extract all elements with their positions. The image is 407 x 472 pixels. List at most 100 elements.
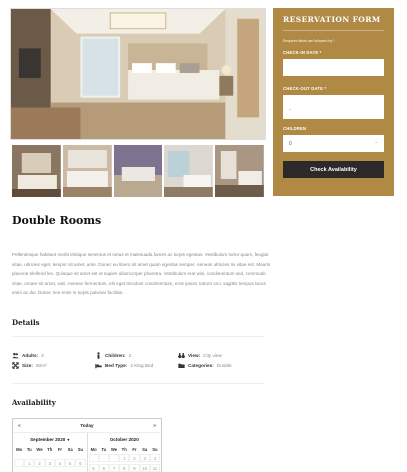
thumbnail-4[interactable] (164, 145, 214, 197)
calendar-day[interactable]: 1 (119, 454, 130, 462)
calendar-day[interactable]: 2 (34, 459, 45, 467)
october-grid: Mo Tu We Th Fr Sa Su 1 2 3 4 5 6 7 8 9 10 11 (88, 446, 162, 472)
weekday-label: Tu (101, 447, 107, 452)
month-label-october: October 2020 (88, 433, 162, 446)
children-label: CHILDREN (283, 126, 307, 131)
children-detail-label: Children: (105, 353, 126, 358)
checkin-label: CHECK-IN DATE * (283, 50, 322, 55)
calendar-day[interactable]: 8 (119, 464, 130, 472)
calendar-day (14, 459, 25, 467)
detail-size: Size: 60m² (12, 362, 47, 369)
details-heading: Details (12, 318, 40, 327)
children-select[interactable]: 0 ⌃ (283, 135, 384, 152)
weekday-label: We (36, 447, 43, 452)
weekday-label: Th (121, 447, 127, 452)
month-label: October 2020 (109, 437, 139, 442)
checkout-date-field[interactable]: - (283, 95, 384, 119)
thumbnail-5[interactable] (215, 145, 264, 197)
calendar-day (88, 454, 99, 462)
bedroom-thumb-image (113, 145, 163, 197)
calendar-day[interactable]: 10 (139, 464, 150, 472)
calendar-day[interactable]: 1 (24, 459, 35, 467)
calendar-day[interactable]: 9 (129, 464, 140, 472)
next-month-button[interactable]: » (153, 423, 156, 429)
bed-value: 2 King Bed (130, 363, 154, 368)
calendar-day[interactable]: 6 (98, 464, 109, 472)
thumbnail-3[interactable] (113, 145, 163, 197)
children-value: 0 (289, 140, 292, 147)
main-room-photo[interactable] (10, 8, 266, 140)
weekday-label: Fr (57, 447, 63, 452)
thumbnail-1[interactable] (12, 145, 61, 197)
month-select-september[interactable]: September 2020 ▾ (13, 433, 88, 446)
weekday-label: Tu (26, 447, 32, 452)
bed-icon (95, 362, 102, 369)
required-note: Required fields are followed by * (283, 39, 335, 43)
calendar-day[interactable]: 4 (54, 459, 66, 467)
view-value: City view (203, 353, 222, 358)
bedroom-thumb-image (62, 145, 112, 197)
chevron-down-icon: ▾ (67, 437, 70, 442)
calendar-day[interactable]: 3 (44, 459, 55, 467)
availability-calendar: « Today » September 2020 ▾ October 2020 … (12, 418, 162, 472)
child-icon (95, 352, 102, 359)
detail-categories: Categories: Double (178, 362, 232, 369)
calendar-day (98, 454, 109, 462)
binoculars-icon (178, 352, 185, 359)
weekday-label: Su (77, 447, 84, 452)
month-label: September 2020 (30, 437, 66, 442)
bedroom-thumb-image (12, 145, 61, 197)
categories-value: Double (216, 363, 232, 368)
users-icon (12, 352, 19, 359)
adults-value: 4 (41, 353, 44, 358)
view-label: View: (188, 353, 201, 358)
expand-icon (12, 362, 19, 369)
room-description: Pellentesque habitant morbi tristique se… (12, 252, 271, 296)
checkout-label: CHECK-OUT DATE * (283, 86, 327, 91)
check-availability-button[interactable]: Check Availability (283, 161, 384, 178)
weekday-label: Sa (142, 447, 148, 452)
categories-label: Categories: (188, 363, 214, 368)
detail-children: Children: 2 (95, 352, 131, 359)
weekday-label: Su (152, 447, 158, 452)
calendar-day[interactable]: 7 (108, 464, 120, 472)
prev-month-button[interactable]: « (18, 423, 21, 429)
calendar-day[interactable]: 5 (65, 459, 76, 467)
checkout-value: - (289, 107, 291, 113)
calendar-day[interactable]: 5 (88, 464, 99, 472)
checkin-date-field[interactable] (283, 59, 384, 76)
calendar-day[interactable]: 3 (139, 454, 150, 462)
detail-bed: Bed Type: 2 King Bed (95, 362, 153, 369)
availability-heading: Availability (12, 398, 56, 407)
size-label: Size: (22, 363, 33, 368)
weekday-label: Th (47, 447, 53, 452)
adults-label: Adults: (22, 353, 39, 358)
details-divider (12, 336, 264, 337)
september-grid: Mo Tu We Th Fr Sa Su 1 2 3 4 5 6 (13, 446, 88, 472)
weekday-label: Mo (16, 447, 23, 452)
thumbnail-strip (12, 145, 264, 197)
folder-icon (178, 362, 185, 369)
calendar-day (108, 454, 120, 462)
weekday-label: Sa (67, 447, 73, 452)
calendar-day[interactable]: 6 (75, 459, 86, 467)
children-detail-value: 2 (128, 353, 132, 358)
bed-label: Bed Type: (105, 363, 128, 368)
bedroom-thumb-image (215, 145, 264, 197)
reservation-form: RESERVATION FORM Required fields are fol… (273, 8, 394, 196)
calendar-day[interactable]: 4 (149, 454, 160, 462)
weekday-label: Mo (90, 447, 97, 452)
bedroom-image (11, 9, 265, 139)
bedroom-thumb-image (164, 145, 214, 197)
detail-view: View: City view (178, 352, 222, 359)
calendar-day[interactable]: 2 (129, 454, 140, 462)
calendar-day[interactable]: 11 (149, 464, 160, 472)
weekday-label: We (110, 447, 118, 452)
thumbnail-2[interactable] (62, 145, 112, 197)
weekday-label: Fr (132, 447, 137, 452)
room-title: Double Rooms (12, 214, 102, 227)
size-value: 60m² (35, 363, 47, 368)
detail-adults: Adults: 4 (12, 352, 44, 359)
today-button[interactable]: Today (80, 423, 93, 428)
reservation-title: RESERVATION FORM (283, 15, 384, 31)
